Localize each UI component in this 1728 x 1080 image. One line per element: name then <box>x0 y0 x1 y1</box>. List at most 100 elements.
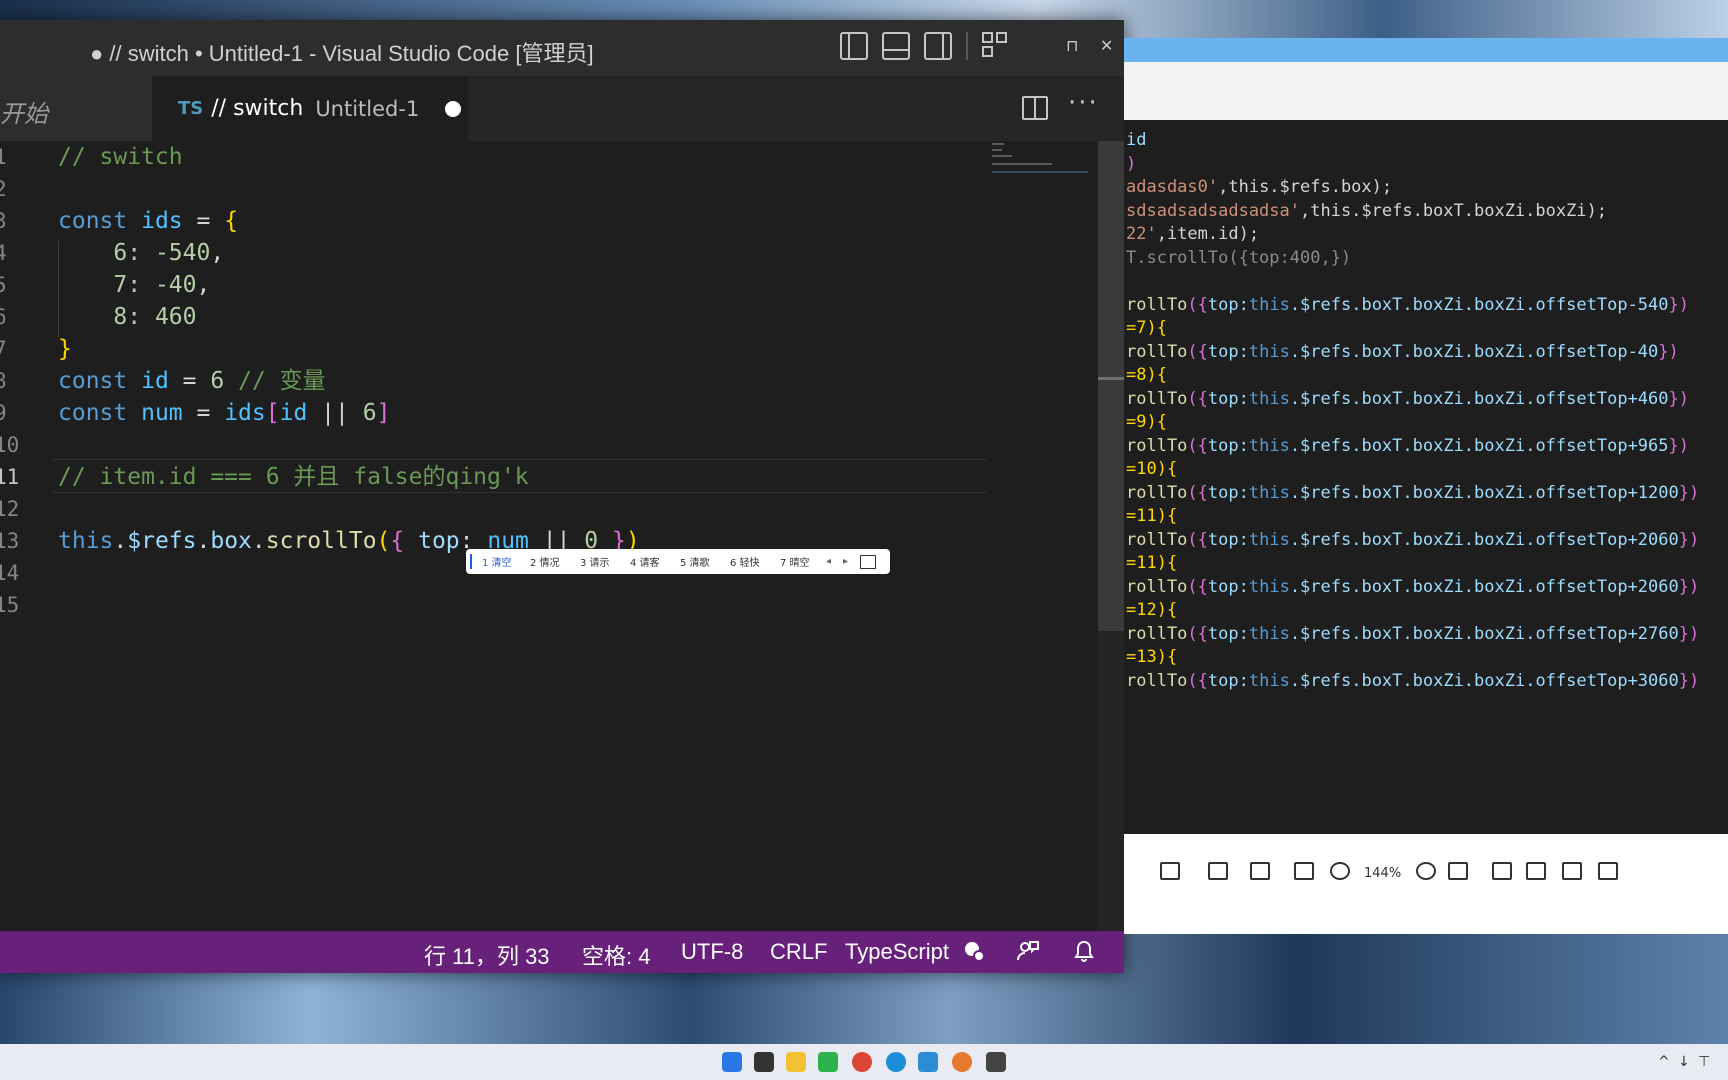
viewer-code-token: this <box>1248 435 1290 456</box>
save-layout-icon[interactable] <box>1160 862 1180 880</box>
code-editor[interactable]: 1 2 3 4 5 6 7 8 9 10 11 12 13 14 15 // s… <box>0 141 1124 931</box>
viewer-code-line: =12){ <box>1126 600 1177 620</box>
viewer-code-line: rollTo({top:this.$refs.boxT.boxZi.boxZi.… <box>1126 483 1699 503</box>
language-mode[interactable]: TypeScript <box>845 939 949 965</box>
viewer-code-token: adasdas0' <box>1126 177 1219 197</box>
toggle-secondary-sidebar-icon[interactable] <box>924 32 952 60</box>
edge-icon[interactable] <box>886 1052 906 1072</box>
zoom-level[interactable]: 144% <box>1364 866 1401 881</box>
ime-candidate[interactable]: 2 情况 <box>520 554 570 569</box>
original-size-icon[interactable] <box>1448 862 1468 880</box>
encoding[interactable]: UTF-8 <box>681 939 743 965</box>
vertical-scrollbar[interactable] <box>1098 141 1124 931</box>
task-view-icon[interactable] <box>754 1052 774 1072</box>
viewer-code-token: 22' <box>1126 224 1157 244</box>
viewer-code-line: rollTo({top:this.$refs.boxT.boxZi.boxZi.… <box>1126 389 1689 409</box>
more-actions-icon[interactable]: ··· <box>1068 88 1099 118</box>
language-status-icon[interactable] <box>962 939 986 963</box>
viewer-code-token: ({ <box>1187 435 1208 456</box>
variable: ids <box>141 208 183 234</box>
ime-candidate[interactable]: 7 晴空 <box>770 554 820 569</box>
variable: ids <box>224 400 266 426</box>
line-number: 2 <box>0 177 7 201</box>
toggle-panel-icon[interactable] <box>882 32 910 60</box>
line-number: 8 <box>0 369 7 393</box>
viewer-code-token: }) <box>1678 670 1700 691</box>
unsaved-dot-icon[interactable] <box>445 100 462 117</box>
crop-icon[interactable] <box>1562 862 1582 880</box>
cursor-position-marker <box>1098 377 1124 380</box>
wechat-icon[interactable] <box>818 1052 838 1072</box>
viewer-code-line: =13){ <box>1126 647 1177 667</box>
comment: // switch <box>58 144 183 170</box>
app-icon[interactable] <box>952 1052 972 1072</box>
viewer-code-token: top: <box>1207 670 1249 691</box>
rotate-icon[interactable] <box>1492 862 1512 880</box>
indentation[interactable]: 空格: 4 <box>582 939 650 971</box>
zoom-in-icon[interactable] <box>1416 862 1436 880</box>
file-explorer-icon[interactable] <box>786 1052 806 1072</box>
tab-start[interactable]: 开始 <box>0 76 152 141</box>
notifications-bell-icon[interactable] <box>1072 939 1096 963</box>
split-editor-icon[interactable] <box>1022 96 1048 120</box>
tray-pin-icon[interactable]: ⊤ <box>1698 1054 1710 1070</box>
chrome-icon[interactable] <box>852 1052 872 1072</box>
ime-candidate[interactable]: 6 轻快 <box>720 554 770 569</box>
viewer-code-token: .$refs.boxT.boxZi.boxZi.offsetTop+965 <box>1289 435 1669 456</box>
ime-candidate[interactable]: 4 请客 <box>620 554 670 569</box>
viewer-code-token: top: <box>1207 623 1249 644</box>
viewer-code-token: rollTo <box>1126 388 1188 409</box>
vscode-icon[interactable] <box>918 1052 938 1072</box>
download-icon[interactable] <box>1598 862 1618 880</box>
minimap[interactable] <box>990 141 1090 181</box>
maximize-button[interactable]: ⊓ <box>1066 36 1078 55</box>
fit-icon[interactable] <box>1208 862 1228 880</box>
viewer-code-token: }) <box>1678 576 1700 597</box>
viewer-code-token: this <box>1248 529 1290 550</box>
viewer-code-token: top: <box>1207 435 1249 456</box>
viewer-code-line: T.scrollTo({top:400,}) <box>1126 248 1351 268</box>
close-button[interactable]: ✕ <box>1100 36 1113 55</box>
line-number: 6 <box>0 305 7 329</box>
viewer-code-token: sdsadsadsadsadsa' <box>1126 200 1300 221</box>
viewer-code-line: =10){ <box>1126 459 1177 479</box>
viewer-code-token: ({ <box>1187 482 1208 503</box>
fullscreen-icon[interactable] <box>1294 862 1314 880</box>
viewer-code-token: rollTo <box>1126 482 1188 503</box>
number: 460 <box>141 304 197 330</box>
taskbar: ^ ↓ ⊤ <box>0 1044 1728 1080</box>
tray-expand-icon[interactable]: ^ <box>1658 1054 1670 1070</box>
viewer-code-line: rollTo({top:this.$refs.boxT.boxZi.boxZi.… <box>1126 624 1699 644</box>
ime-candidate[interactable]: 1 清空 <box>470 554 520 569</box>
terminal-icon[interactable] <box>986 1052 1006 1072</box>
windows-start-icon[interactable] <box>722 1052 742 1072</box>
ime-expand-icon[interactable] <box>860 554 877 569</box>
viewer-code-token: rollTo <box>1126 670 1188 691</box>
object-key: 7: <box>113 272 142 298</box>
ime-candidate-bar[interactable]: 1 清空 2 情况 3 请示 4 请客 5 清歌 6 轻快 7 晴空 ◂ ▸ <box>466 549 890 574</box>
end-of-line[interactable]: CRLF <box>770 939 827 965</box>
code-line-9: const num = ids[id || 6] <box>58 397 390 429</box>
viewer-code-token: ({ <box>1187 623 1208 644</box>
viewer-code-line: rollTo({top:this.$refs.boxT.boxZi.boxZi.… <box>1126 436 1689 456</box>
scrollbar-thumb[interactable] <box>1098 141 1124 631</box>
viewer-code-token: }) <box>1678 482 1700 503</box>
tab-untitled-1[interactable]: TS // switch Untitled-1 <box>152 76 468 141</box>
comment: // 变量 <box>224 368 326 394</box>
viewer-code-token: =10){ <box>1126 459 1178 479</box>
zoom-out-icon[interactable] <box>1330 862 1350 880</box>
line-number: 4 <box>0 241 7 265</box>
copy-icon[interactable] <box>1250 862 1270 880</box>
ime-candidate[interactable]: 5 清歌 <box>670 554 720 569</box>
tray-network-icon[interactable]: ↓ <box>1678 1054 1690 1070</box>
code-line-3: const ids = { <box>58 205 238 237</box>
object-key: 8: <box>113 304 142 330</box>
open-external-icon[interactable] <box>1526 862 1546 880</box>
feedback-icon[interactable] <box>1016 939 1040 963</box>
customize-layout-icon[interactable] <box>982 32 1010 60</box>
cursor-position[interactable]: 行 11，列 33 <box>424 939 550 971</box>
ime-next-icon[interactable]: ▸ <box>837 556 854 567</box>
ime-candidate[interactable]: 3 请示 <box>570 554 620 569</box>
ime-prev-icon[interactable]: ◂ <box>820 556 837 567</box>
toggle-primary-sidebar-icon[interactable] <box>840 32 868 60</box>
